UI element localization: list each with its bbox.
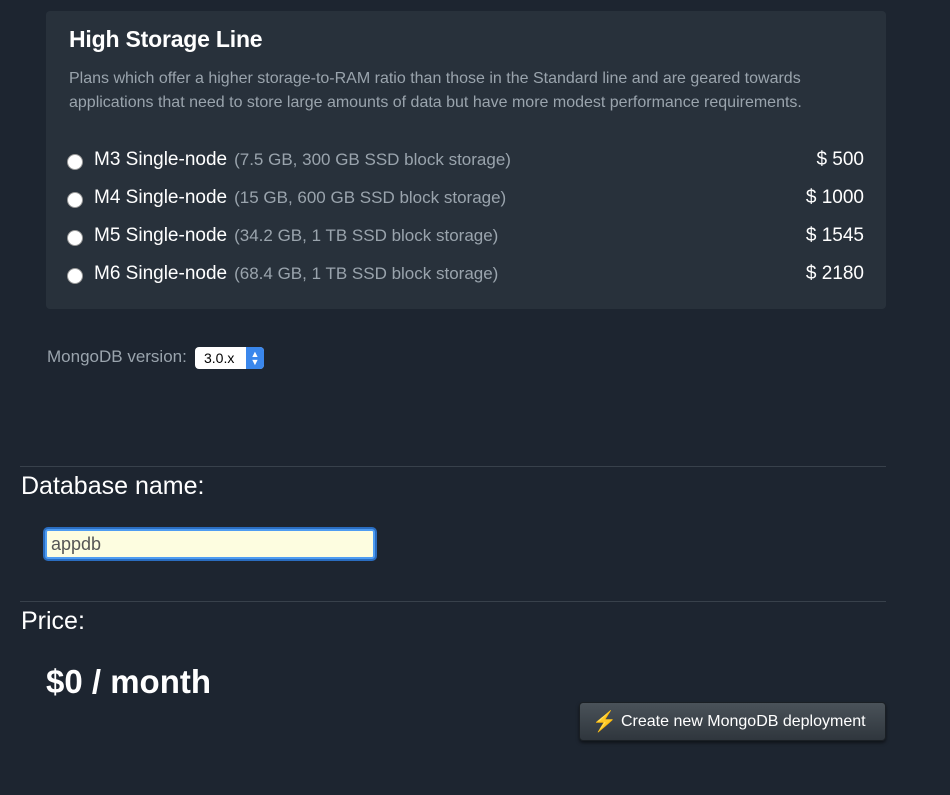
plan-name: M4 Single-node [94, 187, 228, 208]
plan-option-m5[interactable]: M5 Single-node (34.2 GB, 1 TB SSD block … [67, 221, 864, 251]
price-value: $0 / month [46, 663, 212, 700]
version-selected-value: 3.0.x [204, 350, 235, 366]
plan-spec: (15 GB, 600 GB SSD block storage) [234, 188, 507, 207]
mongodb-version-label: MongoDB version: [47, 347, 187, 366]
high-storage-panel: High Storage Line Plans which offer a hi… [46, 11, 886, 309]
plan-price: $ 2180 [805, 263, 864, 284]
plan-option-m4[interactable]: M4 Single-node (15 GB, 600 GB SSD block … [67, 183, 864, 213]
plan-spec: (68.4 GB, 1 TB SSD block storage) [234, 264, 499, 283]
panel-description: Plans which offer a higher storage-to-RA… [69, 70, 802, 111]
plan-option-m6[interactable]: M6 Single-node (68.4 GB, 1 TB SSD block … [67, 259, 864, 289]
section-divider [20, 466, 886, 467]
plan-spec: (7.5 GB, 300 GB SSD block storage) [234, 150, 511, 169]
plan-spec: (34.2 GB, 1 TB SSD block storage) [234, 226, 499, 245]
plan-radio[interactable] [67, 267, 83, 284]
database-name-label: Database name: [21, 472, 205, 500]
lightning-bolt-icon: ⚡ [592, 710, 617, 733]
plan-radio[interactable] [67, 229, 83, 246]
plan-price: $ 500 [816, 149, 864, 170]
mongodb-version-select[interactable]: 3.0.x ▲ ▼ [195, 347, 264, 369]
plan-radio[interactable] [67, 191, 83, 208]
plan-radio[interactable] [67, 153, 83, 170]
plan-name: M6 Single-node [94, 263, 228, 284]
panel-title: High Storage Line [69, 26, 263, 52]
plan-price: $ 1000 [805, 187, 864, 208]
plan-option-m3[interactable]: M3 Single-node (7.5 GB, 300 GB SSD block… [67, 145, 864, 175]
plan-name: M3 Single-node [94, 149, 228, 170]
plan-name: M5 Single-node [94, 225, 228, 246]
database-name-input[interactable] [45, 529, 375, 559]
create-deployment-label: Create new MongoDB deployment [621, 712, 866, 730]
plan-price: $ 1545 [805, 225, 864, 246]
select-arrows-icon: ▲ ▼ [246, 347, 264, 369]
create-deployment-button[interactable]: ⚡ Create new MongoDB deployment [579, 702, 886, 741]
section-divider [20, 601, 886, 602]
price-label: Price: [21, 607, 85, 635]
